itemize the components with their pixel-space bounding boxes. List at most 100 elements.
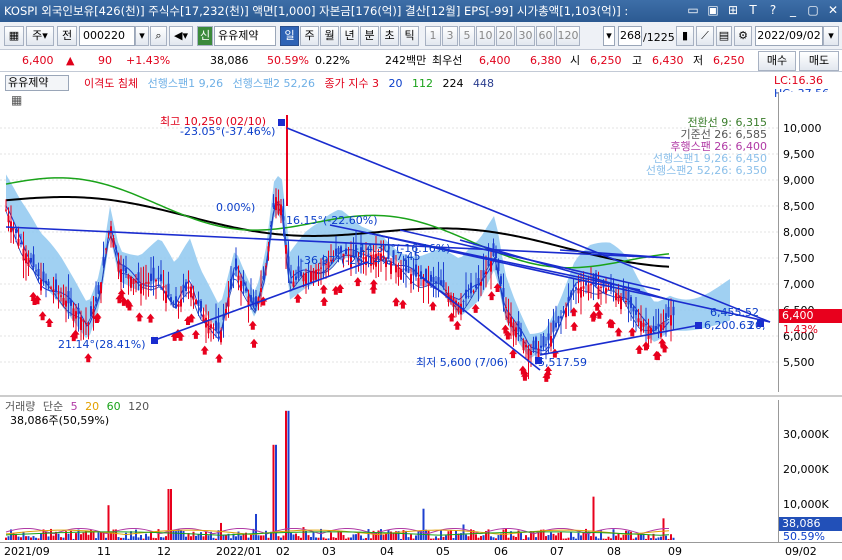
candle — [232, 272, 235, 276]
stock-name-field: 유유제약 — [214, 26, 276, 46]
annot-a4: -36.97°(-26.14%) — [300, 254, 396, 267]
current-pct-tag: 1.43% — [783, 323, 818, 336]
volume-bar — [222, 535, 225, 540]
volume-bar — [545, 536, 547, 540]
candle — [312, 270, 315, 280]
legend-lead1: 선행스팬1 9,26 — [147, 77, 224, 90]
candle — [515, 327, 517, 338]
volume-bar — [520, 532, 522, 540]
main-select[interactable]: 주▾ — [26, 26, 54, 46]
candle — [217, 322, 220, 335]
interval-button[interactable]: 120 — [556, 26, 580, 46]
text-icon[interactable]: T — [746, 2, 760, 18]
interval-button[interactable]: 3 — [442, 26, 458, 46]
annot-a5: 7,45 — [396, 250, 421, 263]
window-option2-icon[interactable]: ▣ — [706, 2, 720, 18]
grid-icon[interactable]: ⊞ — [726, 2, 740, 18]
buy-button[interactable]: 매수 — [758, 51, 796, 71]
interval-button[interactable]: 5 — [459, 26, 475, 46]
candle — [635, 310, 637, 315]
draw-tools-icon[interactable]: ⟋ — [696, 26, 714, 46]
stock-code-input[interactable]: 000220 — [79, 26, 135, 46]
quote-open: 6,250 — [590, 54, 622, 67]
candle — [535, 337, 537, 350]
indicator-name-box[interactable]: 유유제약 — [5, 75, 69, 91]
calendar-icon[interactable]: ▾ — [823, 26, 839, 46]
count-input[interactable]: 268 — [618, 26, 642, 46]
interval-button[interactable]: 30 — [516, 26, 535, 46]
volume-bar — [277, 536, 280, 540]
volume-bar — [635, 537, 637, 540]
candle — [547, 333, 550, 341]
candle — [642, 322, 645, 327]
volume-bar — [645, 538, 647, 540]
candle — [542, 335, 545, 347]
volume-bar — [522, 538, 525, 540]
volume-bar — [260, 535, 262, 540]
candle — [117, 261, 120, 272]
code-dropdown-icon[interactable]: ▾ — [135, 26, 149, 46]
period-button[interactable]: 일 — [280, 26, 299, 46]
date-input[interactable]: 2022/09/02 — [755, 26, 823, 46]
candle — [152, 267, 155, 281]
minimize-icon[interactable]: _ — [786, 2, 800, 18]
candle — [77, 308, 80, 315]
candle — [297, 266, 300, 279]
window-option-icon[interactable]: ▭ — [686, 2, 700, 18]
volume-bar — [462, 524, 465, 540]
candle — [27, 257, 30, 266]
front-button[interactable]: 전 — [57, 26, 77, 46]
volume-bar — [492, 537, 495, 540]
volume-bar — [640, 534, 642, 540]
volume-bar — [72, 538, 75, 540]
candle — [282, 216, 285, 221]
candle — [90, 306, 92, 317]
interval-button[interactable]: 1 — [425, 26, 441, 46]
candle — [590, 284, 592, 286]
candle — [102, 256, 105, 266]
candle — [412, 268, 415, 276]
candle-type-icon[interactable]: ▮ — [676, 26, 694, 46]
settings-icon[interactable]: ⚙ — [734, 26, 752, 46]
grid-toggle-icon[interactable]: ▦ — [4, 26, 24, 46]
help-icon[interactable]: ? — [766, 2, 780, 18]
candle — [255, 296, 257, 307]
period-button[interactable]: 년 — [340, 26, 359, 46]
open-label: 시 — [570, 54, 581, 67]
period-button[interactable]: 월 — [320, 26, 339, 46]
period-button[interactable]: 초 — [380, 26, 399, 46]
close-icon[interactable]: ✕ — [826, 2, 840, 18]
annot-high-pct: -23.05°(-37.46%) — [180, 125, 276, 138]
volume-bar — [207, 535, 210, 540]
maximize-icon[interactable]: ▢ — [806, 2, 820, 18]
save-icon[interactable]: ▤ — [716, 26, 732, 46]
candle — [607, 288, 610, 290]
volume-bar — [592, 496, 595, 540]
period-button[interactable]: 틱 — [400, 26, 419, 46]
volume-bar — [610, 538, 612, 540]
period-button[interactable]: 분 — [360, 26, 379, 46]
volume-bar — [412, 538, 415, 540]
interval-button[interactable]: 60 — [536, 26, 555, 46]
volume-bar — [535, 537, 537, 540]
candle — [130, 276, 132, 288]
volume-bar — [57, 533, 60, 540]
interval-button[interactable]: 20 — [496, 26, 515, 46]
candle — [212, 327, 215, 329]
count-dropdown-icon[interactable]: ▾ — [603, 26, 615, 46]
period-button[interactable]: 주 — [300, 26, 319, 46]
candle — [67, 291, 70, 304]
volume-bar — [310, 537, 312, 540]
candle — [25, 253, 27, 264]
table-view-icon[interactable]: ▦ — [11, 93, 22, 107]
sell-button[interactable]: 매도 — [799, 51, 839, 71]
legend-ma20: 20 — [388, 77, 403, 90]
candle — [55, 279, 57, 292]
search-icon[interactable]: ⌕ — [150, 26, 167, 46]
candle — [52, 289, 55, 292]
volume-bar — [272, 444, 275, 540]
interval-button[interactable]: 10 — [476, 26, 495, 46]
speaker-icon[interactable]: ◀▾ — [169, 26, 193, 46]
candle — [185, 282, 187, 291]
current-price-tag: 6,400 — [779, 309, 842, 323]
